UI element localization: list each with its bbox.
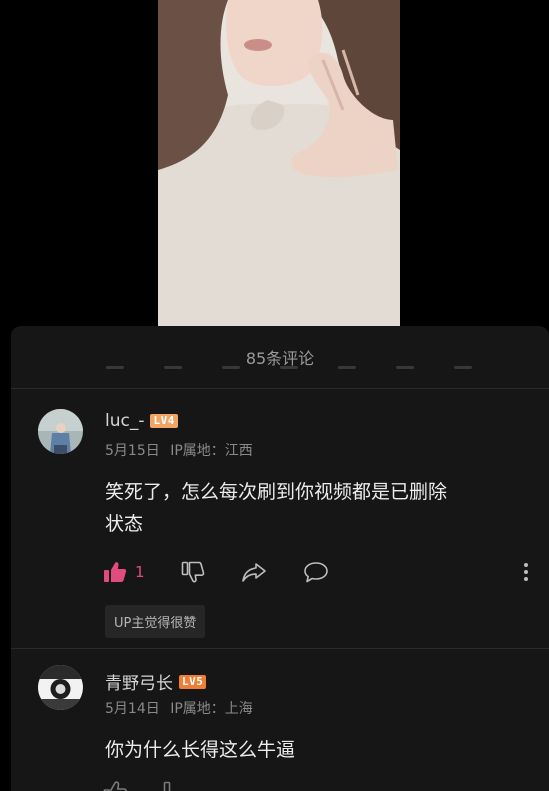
username[interactable]: luc_- <box>105 411 144 431</box>
like-button[interactable] <box>103 781 127 791</box>
avatar[interactable] <box>38 409 83 454</box>
level-badge: LV5 <box>179 674 207 689</box>
comment-meta: 5月15日 IP属地：江西 <box>105 440 253 460</box>
username[interactable]: 青野弓长 <box>105 669 173 694</box>
share-button[interactable] <box>241 561 267 583</box>
comment-text-line: 你为什么长得这么牛逼 <box>105 739 296 761</box>
comment-panel-header: 85条评论 <box>11 326 549 389</box>
dislike-button[interactable] <box>163 781 187 791</box>
ip-label: IP属地： <box>170 701 225 717</box>
video-frame[interactable] <box>158 0 400 326</box>
ip-location: 江西 <box>224 443 253 459</box>
comment-text[interactable]: 你为什么长得这么牛逼 <box>105 734 515 766</box>
like-count: 1 <box>135 563 145 581</box>
comment-date: 5月15日 <box>105 443 160 459</box>
thumbs-down-icon <box>163 781 171 791</box>
ip-label: IP属地： <box>170 443 225 459</box>
more-button[interactable] <box>523 562 529 582</box>
comment-text-line: 状态 <box>105 513 144 535</box>
comment-author-line: 青野弓长 LV5 <box>105 669 207 694</box>
comment-text[interactable]: 笑死了，怎么每次刷到你视频都是已删除 状态 <box>105 476 515 540</box>
more-vertical-icon <box>524 563 528 581</box>
comment-date: 5月14日 <box>105 701 160 717</box>
reply-button[interactable] <box>303 561 329 583</box>
ip-location: 上海 <box>224 701 253 717</box>
avatar[interactable] <box>38 665 83 710</box>
up-liked-tag: UP主觉得很赞 <box>105 605 206 638</box>
level-badge: LV4 <box>150 414 178 428</box>
thumbs-up-icon <box>103 781 127 791</box>
reply-icon <box>303 562 328 583</box>
comment-author-line: luc_- LV4 <box>105 411 178 431</box>
comment-text-line: 笑死了，怎么每次刷到你视频都是已删除 <box>105 481 448 503</box>
comment-actions: 1 <box>103 559 529 585</box>
comment-panel: 85条评论 luc_- LV4 5月15日 IP属地：江西 笑死了，怎么每次刷到… <box>11 326 549 791</box>
comment-meta: 5月14日 IP属地：上海 <box>105 698 253 718</box>
comment-item: 青野弓长 LV5 5月14日 IP属地：上海 你为什么长得这么牛逼 <box>11 649 549 791</box>
scrolled-content-hint <box>106 366 519 372</box>
dislike-button[interactable] <box>181 561 205 583</box>
comment-item: luc_- LV4 5月15日 IP属地：江西 笑死了，怎么每次刷到你视频都是已… <box>11 389 549 647</box>
share-icon <box>241 563 266 582</box>
thumbs-down-icon <box>181 561 204 583</box>
video-thumbnail <box>158 0 400 326</box>
comment-actions-partial <box>103 779 529 791</box>
thumbs-up-icon <box>104 562 127 582</box>
like-button[interactable]: 1 <box>103 561 145 583</box>
